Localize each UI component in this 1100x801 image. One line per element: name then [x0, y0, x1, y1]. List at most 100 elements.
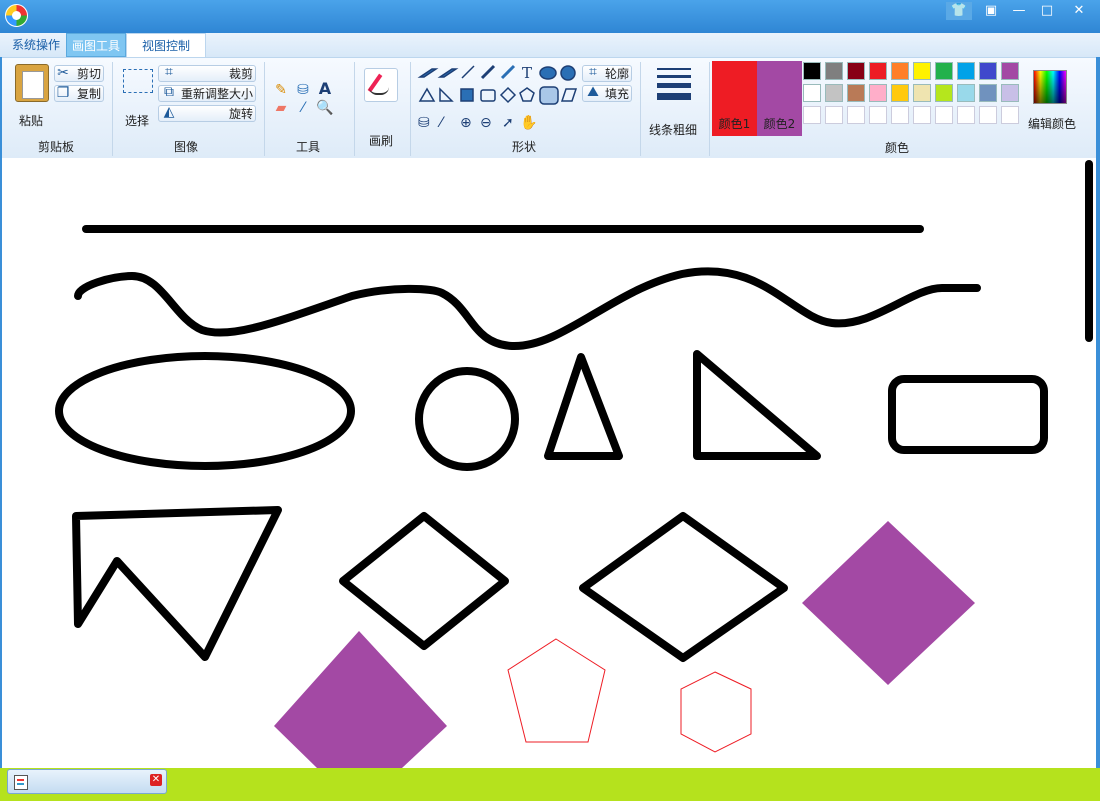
paint-bucket-icon[interactable]: ⛁	[418, 115, 430, 131]
color1-button[interactable]: 颜色1	[712, 61, 757, 136]
fill-bucket-icon[interactable]: ⛁	[294, 82, 312, 100]
text-tool-icon[interactable]: T	[522, 64, 532, 82]
paste-label[interactable]: 粘贴	[19, 112, 43, 129]
isosceles-triangle-shape[interactable]	[544, 353, 623, 460]
select-label[interactable]: 选择	[125, 112, 149, 129]
maximize-icon: □	[1040, 3, 1054, 18]
pointer-icon[interactable]: ➚	[502, 115, 514, 131]
color-swatch[interactable]	[913, 106, 931, 124]
zoom-out-icon[interactable]: ⊖	[480, 115, 492, 131]
right-triangle-icon[interactable]	[439, 87, 454, 102]
color-swatch[interactable]	[803, 62, 821, 80]
rounded-rect-icon[interactable]	[539, 86, 559, 105]
filled-rect-icon[interactable]	[460, 88, 474, 102]
color-swatch[interactable]	[913, 62, 931, 80]
eraser-icon[interactable]: ▰	[272, 100, 290, 118]
pentagon-outline-shape[interactable]	[507, 638, 606, 743]
zoom-in-icon[interactable]: ⊕	[460, 115, 472, 131]
color-swatch[interactable]	[935, 106, 953, 124]
parallelogram-alt-icon[interactable]	[437, 68, 459, 78]
magnifier-icon[interactable]: 🔍	[316, 100, 334, 118]
color2-button[interactable]: 颜色2	[757, 61, 802, 136]
color-swatch[interactable]	[847, 84, 865, 102]
color-swatch[interactable]	[869, 106, 887, 124]
filled-diamond-shape[interactable]	[802, 521, 975, 685]
pentagon-icon[interactable]	[519, 87, 535, 102]
circle-icon[interactable]	[560, 65, 576, 81]
edit-colors-icon[interactable]	[1033, 70, 1067, 104]
color-swatch[interactable]	[1001, 62, 1019, 80]
cut-icon: ✂	[57, 65, 69, 81]
color-swatch[interactable]	[803, 106, 821, 124]
color-picker-icon[interactable]: ⁄	[294, 100, 312, 118]
paste-icon[interactable]	[15, 64, 49, 102]
app-logo-icon	[5, 4, 28, 27]
color-swatch[interactable]	[913, 84, 931, 102]
drawing-canvas[interactable]	[2, 158, 1096, 768]
diamond-shape[interactable]	[339, 512, 509, 650]
close-button[interactable]: ✕	[1066, 2, 1092, 20]
rect-icon[interactable]	[480, 89, 496, 102]
minimize-icon: —	[1012, 3, 1026, 18]
color-swatch[interactable]	[979, 62, 997, 80]
brush-icon[interactable]	[364, 68, 398, 102]
color-swatch[interactable]	[957, 62, 975, 80]
color-swatch[interactable]	[957, 106, 975, 124]
vertical-scrollbar[interactable]	[1085, 160, 1093, 342]
color-swatch[interactable]	[1001, 106, 1019, 124]
close-tab-icon[interactable]: ✕	[150, 774, 162, 786]
color-swatch[interactable]	[957, 84, 975, 102]
eyedropper-icon[interactable]: ⁄	[437, 115, 445, 131]
color-swatch[interactable]	[803, 84, 821, 102]
diamond-icon[interactable]	[499, 86, 517, 104]
parallelogram-icon[interactable]	[417, 68, 439, 78]
brush-line-icon[interactable]	[500, 64, 516, 80]
select-icon[interactable]	[123, 69, 153, 93]
color-swatch[interactable]	[935, 84, 953, 102]
line-width-icon[interactable]	[657, 68, 691, 100]
color-swatch[interactable]	[979, 84, 997, 102]
menu-button[interactable]: ▣	[978, 2, 1004, 20]
filled-diamond-shape-bottom[interactable]	[274, 631, 447, 768]
edit-colors-label[interactable]: 编辑颜色	[1028, 115, 1076, 132]
color-swatch[interactable]	[979, 106, 997, 124]
color-swatch[interactable]	[825, 62, 843, 80]
line-icon[interactable]	[461, 65, 475, 79]
ellipse-icon[interactable]	[539, 66, 557, 80]
tab-view-control[interactable]: 视图控制	[126, 33, 206, 57]
wide-diamond-shape[interactable]	[579, 512, 788, 662]
skin-button[interactable]: 👕	[946, 2, 972, 20]
color-swatch[interactable]	[1001, 84, 1019, 102]
color-swatch[interactable]	[891, 106, 909, 124]
minimize-button[interactable]: —	[1006, 2, 1032, 20]
color-swatch[interactable]	[847, 106, 865, 124]
app-window: 👕 ▣ — □ ✕ 系统操作 画图工具 视图控制 粘贴 剪切 ✂ 复制 ❐ 剪贴…	[0, 0, 1100, 801]
color-swatch[interactable]	[825, 84, 843, 102]
canvas-drawing[interactable]	[2, 158, 1096, 768]
thick-line-icon[interactable]	[480, 64, 496, 80]
circle-shape[interactable]	[415, 367, 519, 471]
color-swatch[interactable]	[891, 62, 909, 80]
pencil-icon[interactable]: ✎	[272, 82, 290, 100]
rounded-rectangle-shape[interactable]	[888, 375, 1048, 454]
quad-icon[interactable]	[560, 88, 578, 102]
text-icon[interactable]: A	[316, 81, 334, 99]
right-triangle-shape[interactable]	[693, 350, 821, 460]
triangle-icon[interactable]	[418, 87, 436, 102]
color-swatch[interactable]	[847, 62, 865, 80]
polygon-shape[interactable]	[72, 506, 282, 661]
color-swatch[interactable]	[869, 62, 887, 80]
tab-system[interactable]: 系统操作	[6, 33, 66, 57]
tab-draw-tools[interactable]: 画图工具	[66, 33, 126, 57]
hand-icon[interactable]: ✋	[520, 114, 537, 131]
color-swatch[interactable]	[891, 84, 909, 102]
maximize-button[interactable]: □	[1034, 2, 1060, 20]
color-swatch[interactable]	[825, 106, 843, 124]
document-tab[interactable]: ✕	[7, 769, 167, 794]
color-swatch[interactable]	[935, 62, 953, 80]
color-swatch[interactable]	[869, 84, 887, 102]
line-width-label[interactable]: 线条粗细	[649, 121, 697, 138]
ellipse-shape[interactable]	[55, 352, 355, 470]
hexagon-outline-shape[interactable]	[680, 671, 752, 753]
freehand-curve-shape[interactable]	[74, 267, 981, 351]
